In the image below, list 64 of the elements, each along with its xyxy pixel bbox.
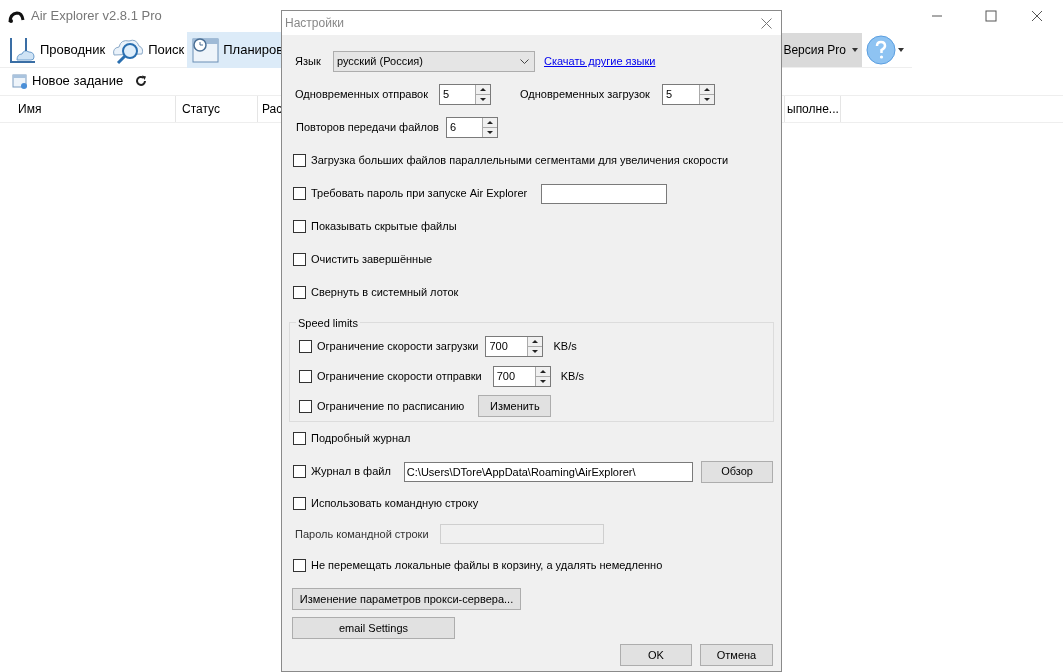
dialog-title: Настройки [285,15,344,32]
dialog-button[interactable]: Изменить [478,395,552,417]
dialog-button[interactable]: Обзор [701,460,773,483]
dialog-button[interactable]: OK [620,644,692,666]
option-label: Подробный журнал [311,431,411,447]
checkbox[interactable] [293,465,306,478]
number-spinner[interactable]: 700 [485,335,544,357]
checkbox[interactable] [293,187,306,200]
checkbox[interactable] [299,339,312,353]
checkbox[interactable] [293,154,306,167]
checkbox[interactable] [299,399,312,413]
log-path-field[interactable]: C:\Users\DTore\AppData\Roaming\AirExplorer\ [403,461,694,482]
option-label: Ограничение по расписанию [317,398,465,414]
toolbar-tab[interactable]: Поиск [108,31,188,68]
password-field[interactable] [541,183,668,204]
calendar-clock-icon [190,35,221,64]
option-label: Очистить завершённые [311,252,433,268]
checkbox[interactable] [293,253,306,266]
dialog-button[interactable]: email Settings [292,617,455,639]
option-label: Использовать командную строку [311,495,479,511]
checkbox[interactable] [293,496,306,510]
column-header[interactable]: Статус [176,96,258,122]
checkbox[interactable] [293,559,306,572]
checkbox[interactable] [293,432,306,445]
new-task-button[interactable]: Новое задание [32,71,124,91]
unit-label: KB/s [553,338,577,354]
caret-icon[interactable] [898,47,904,52]
dialog-button[interactable]: Отмена [700,644,773,666]
column-header[interactable]: Имя [0,96,176,122]
option-label: Требовать пароль при запуске Air Explorer [311,186,528,202]
toolbar-tab[interactable]: Проводник [6,31,109,68]
language-label: Язык [295,54,322,70]
number-spinner[interactable]: 700 [492,365,551,387]
checkbox[interactable] [299,369,312,383]
checkbox[interactable] [293,220,306,233]
option-label: Показывать скрытые файлы [311,219,457,235]
window-title: Air Explorer v2.8.1 Pro [31,7,162,26]
option-label: Журнал в файл [311,464,391,480]
chevron-down-icon [520,59,529,64]
unit-label: KB/s [560,368,584,384]
option-label: Свернуть в системный лоток [311,285,459,301]
checkbox[interactable] [293,286,306,299]
option-label: Ограничение скорости отправки [317,368,482,384]
retries-label: Повторов передачи файлов [296,120,440,136]
column-header[interactable]: ыполне... [785,96,841,122]
caret-icon [852,47,858,52]
number-spinner[interactable]: 6 [446,117,498,138]
option-label: Ограничение скорости загрузки [317,338,479,354]
number-spinner[interactable]: 5 [662,84,715,105]
new-task-icon [12,73,28,89]
option-label: Загрузка больших файлов параллельными сегментами для увеличения скорости [311,153,729,169]
downloads-label: Одновременных загрузок [520,87,651,103]
close-icon[interactable] [761,17,772,29]
option-label: Не перемещать локальные файлы в корзину, а удалять немедленно [311,558,663,574]
number-spinner[interactable]: 5 [439,84,491,105]
folder-cloud-icon [9,35,37,64]
command-password-label: Пароль командной строки [295,526,430,542]
maximize-icon[interactable] [985,10,997,22]
download-languages-link[interactable]: Скачать другие языки [544,53,656,70]
refresh-icon[interactable] [135,75,148,87]
dialog-button[interactable]: Изменение параметров прокси-сервера... [292,588,521,610]
uploads-label: Одновременных отправок [295,87,430,103]
language-select[interactable]: русский (Россия) [333,51,535,72]
close-icon[interactable] [1031,10,1043,22]
